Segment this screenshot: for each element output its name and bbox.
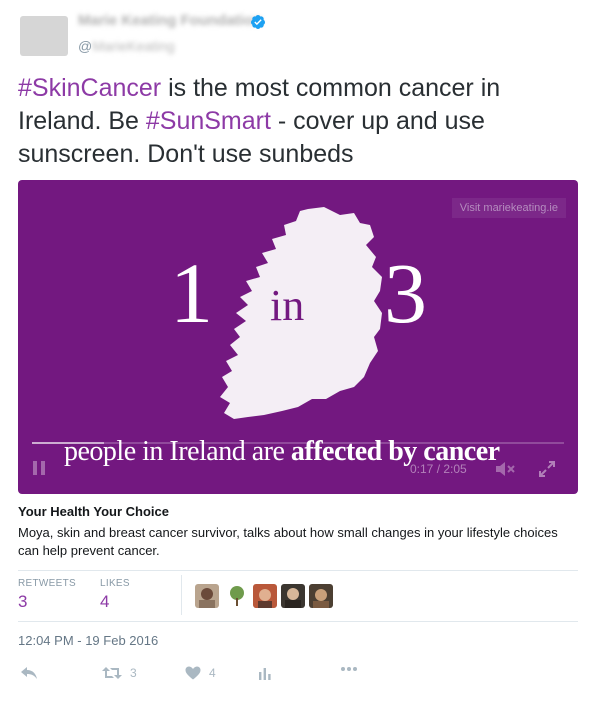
hashtag-skincancer[interactable]: #SkinCancer	[18, 74, 161, 102]
video-player[interactable]: Visit mariekeating.ie 1 in 3 people in I…	[18, 180, 578, 494]
likes-count[interactable]: 4	[100, 592, 109, 612]
caption-bold: affected by cancer	[290, 436, 500, 467]
author-display-name[interactable]: Marie Keating Foundation	[78, 12, 262, 29]
divider	[18, 570, 578, 571]
tweet-timestamp[interactable]: 12:04 PM - 19 Feb 2016	[18, 633, 158, 648]
analytics-icon	[259, 668, 271, 680]
likes-label: LIKES	[100, 578, 130, 589]
statistic-word-in: in	[270, 281, 305, 330]
handle-prefix: @	[78, 38, 93, 54]
analytics-button[interactable]	[258, 666, 272, 680]
tweet-text: #SkinCancer is the most common cancer in…	[18, 72, 578, 171]
retweets-count[interactable]: 3	[18, 592, 27, 612]
stats-separator	[181, 575, 182, 615]
more-button[interactable]	[340, 666, 358, 672]
card-title[interactable]: Your Health Your Choice	[18, 504, 169, 519]
verified-badge-icon	[250, 15, 265, 29]
heart-icon	[185, 666, 201, 680]
fullscreen-icon[interactable]	[538, 460, 556, 478]
retweet-icon	[102, 667, 122, 679]
video-time: 0:17 / 2:05	[410, 462, 467, 476]
retweet-count: 3	[130, 666, 137, 680]
hashtag-sunsmart[interactable]: #SunSmart	[146, 107, 271, 135]
statistic-number-right: 3	[384, 245, 427, 341]
pause-icon[interactable]	[32, 460, 46, 476]
mute-icon[interactable]	[494, 460, 516, 478]
divider	[18, 621, 578, 622]
liker-avatar[interactable]	[253, 584, 277, 608]
visit-site-button[interactable]: Visit mariekeating.ie	[451, 198, 566, 218]
caption-plain: people in Ireland are	[64, 436, 291, 467]
author-handle[interactable]: @MarieKeating	[78, 38, 175, 54]
like-count: 4	[209, 666, 216, 680]
author-avatar[interactable]	[20, 16, 68, 56]
liker-avatar[interactable]	[195, 584, 219, 608]
reply-button[interactable]	[20, 666, 38, 680]
liker-avatar[interactable]	[225, 584, 249, 608]
retweets-label: RETWEETS	[18, 578, 76, 589]
like-button[interactable]: 4	[185, 666, 216, 680]
card-description: Moya, skin and breast cancer survivor, t…	[18, 525, 558, 558]
more-icon	[341, 667, 357, 671]
retweet-button[interactable]: 3	[102, 666, 137, 680]
handle-text: MarieKeating	[92, 38, 175, 54]
liker-avatar[interactable]	[281, 584, 305, 608]
reply-icon	[21, 667, 37, 679]
liker-avatar[interactable]	[309, 584, 333, 608]
statistic-number-left: 1	[170, 245, 213, 341]
